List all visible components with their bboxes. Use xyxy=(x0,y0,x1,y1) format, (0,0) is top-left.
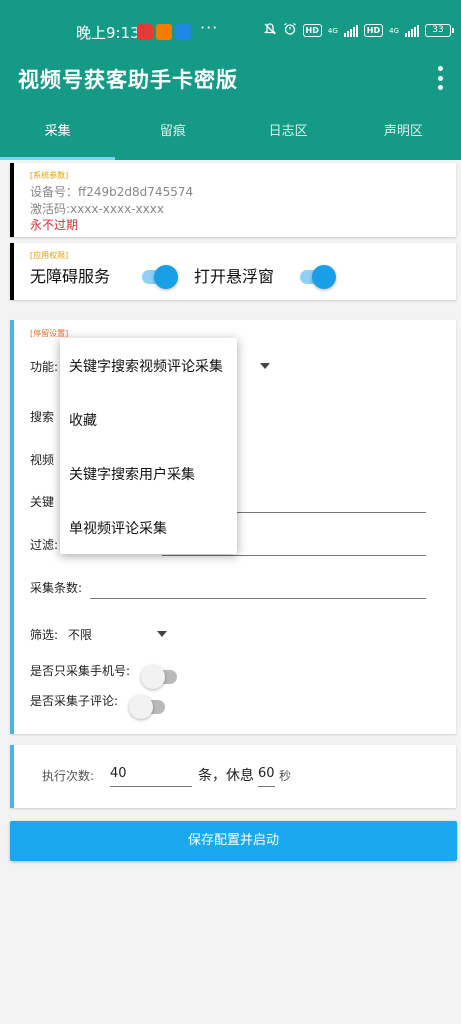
permissions-tag: [应用权限] xyxy=(30,251,69,260)
app-bar: 视频号获客助手卡密版 xyxy=(0,56,461,104)
menu-item-favorites[interactable]: 收藏 xyxy=(69,410,97,430)
rest-seconds-underline xyxy=(258,786,275,787)
search-label: 搜索 xyxy=(30,410,55,424)
activation-code: 激活码:xxxx-xxxx-xxxx xyxy=(30,202,164,216)
signal-icon xyxy=(343,24,358,37)
screen-dropdown-arrow[interactable] xyxy=(157,631,167,637)
amap-app-icon xyxy=(137,24,153,40)
app-title: 视频号获客助手卡密版 xyxy=(18,68,238,92)
network-type-2: 4G xyxy=(389,26,399,35)
float-window-toggle[interactable] xyxy=(300,265,336,289)
accessibility-label: 无障碍服务 xyxy=(30,267,111,286)
expire-status: 永不过期 xyxy=(30,218,79,232)
device-id: 设备号：ff249b2d8d745574 xyxy=(30,185,194,199)
battery-icon: 33 xyxy=(425,24,454,37)
alarm-icon xyxy=(283,22,297,39)
rest-seconds-input[interactable]: 60 xyxy=(258,766,275,781)
status-bar: 晚上9:13 ··· HD 4G HD 4G 33 xyxy=(0,0,461,56)
phone-only-label: 是否只采集手机号: xyxy=(30,664,131,678)
filter-input[interactable] xyxy=(162,555,426,556)
menu-item-keyword-video-comments[interactable]: 关键字搜索视频评论采集 xyxy=(69,356,223,376)
sub-comment-label: 是否采集子评论: xyxy=(30,694,119,708)
sub-comment-toggle[interactable] xyxy=(129,695,165,719)
hd-badge: HD xyxy=(302,24,322,37)
count-label: 采集条数: xyxy=(30,581,83,595)
accessibility-toggle[interactable] xyxy=(142,265,178,289)
execution-label: 执行次数: xyxy=(42,769,95,783)
more-notifications-icon: ··· xyxy=(200,18,219,37)
mute-icon xyxy=(263,22,277,39)
hd-badge-2: HD xyxy=(363,24,384,37)
menu-item-keyword-users[interactable]: 关键字搜索用户采集 xyxy=(69,464,195,484)
function-dropdown-arrow[interactable] xyxy=(260,363,270,369)
screen-select[interactable]: 不限 xyxy=(68,626,92,643)
function-dropdown-menu: 关键字搜索视频评论采集 收藏 关键字搜索用户采集 单视频评论采集 xyxy=(60,338,237,554)
network-type: 4G xyxy=(327,26,338,35)
float-window-label: 打开悬浮窗 xyxy=(194,267,275,286)
system-params-card: [系统参数] 设备号：ff249b2d8d745574 激活码:xxxx-xxx… xyxy=(10,163,456,237)
tab-trace[interactable]: 留痕 xyxy=(115,104,230,160)
permissions-card: [应用权限] 无障碍服务 打开悬浮窗 xyxy=(10,243,456,300)
filter-label: 过滤: xyxy=(30,538,59,552)
signal-icon-2 xyxy=(405,24,419,37)
tab-statement[interactable]: 声明区 xyxy=(346,104,461,160)
count-input[interactable] xyxy=(90,598,426,599)
execution-times-underline xyxy=(110,786,192,787)
more-options-icon[interactable] xyxy=(437,66,443,90)
status-indicators: HD 4G HD 4G 33 xyxy=(263,22,454,39)
save-start-button[interactable]: 保存配置并启动 xyxy=(10,821,457,861)
taobao-app-icon xyxy=(156,24,172,40)
seconds-unit: 秒 xyxy=(279,769,292,783)
status-time: 晚上9:13 xyxy=(76,24,140,42)
execution-card: 执行次数: 40 条，休息 60 秒 xyxy=(10,745,456,808)
rest-label: 条，休息 xyxy=(198,768,254,784)
tab-bar: 采集 留痕 日志区 声明区 xyxy=(0,104,461,160)
video-label: 视频 xyxy=(30,453,55,467)
function-label: 功能: xyxy=(30,360,59,374)
system-params-tag: [系统参数] xyxy=(30,171,69,180)
zhihu-app-icon xyxy=(175,24,191,40)
screen-label: 筛选: xyxy=(30,628,59,642)
execution-times-input[interactable]: 40 xyxy=(110,766,127,781)
phone-only-toggle[interactable] xyxy=(141,665,177,689)
tab-collect[interactable]: 采集 xyxy=(0,104,116,160)
keyword-label: 关键 xyxy=(30,495,55,509)
tab-log[interactable]: 日志区 xyxy=(231,104,346,160)
menu-item-single-video-comments[interactable]: 单视频评论采集 xyxy=(69,518,167,538)
